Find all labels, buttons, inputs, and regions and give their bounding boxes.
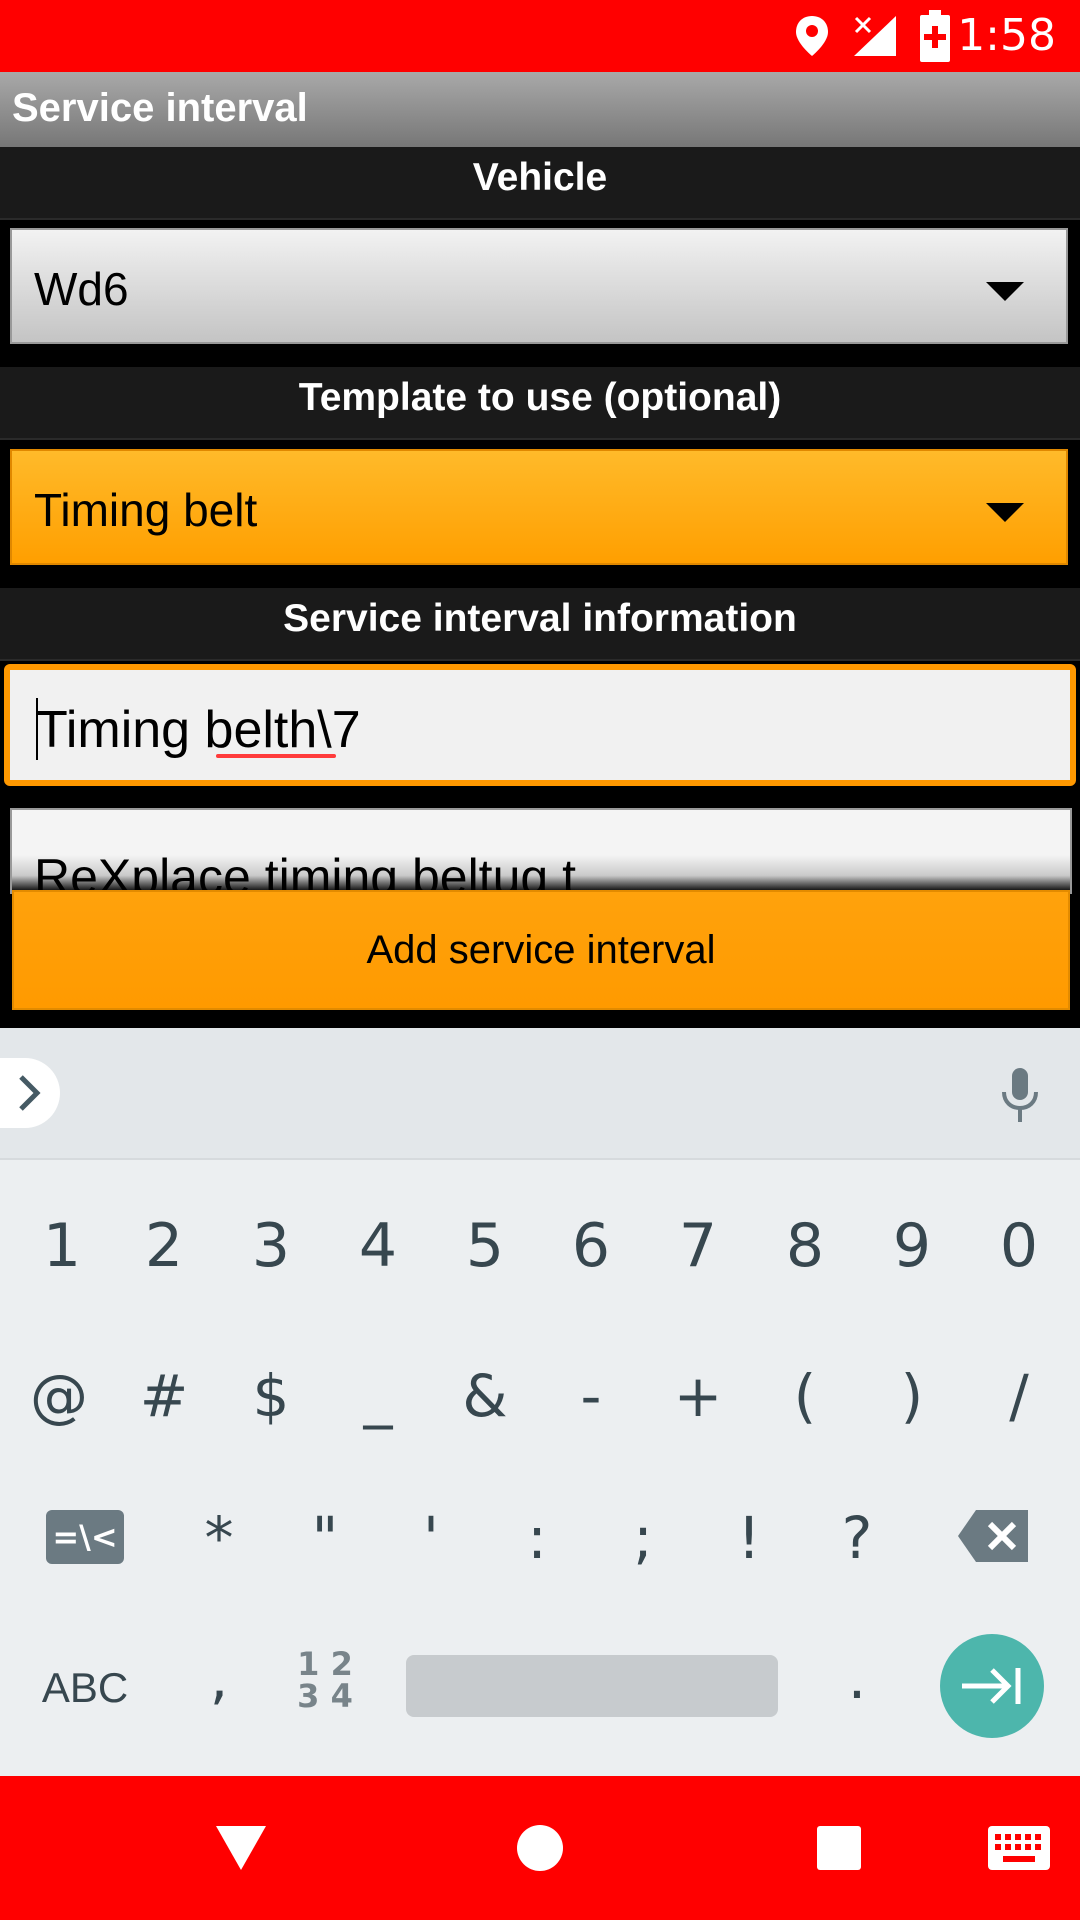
backspace-icon bbox=[958, 1510, 1028, 1562]
key-9[interactable]: 9 bbox=[867, 1196, 957, 1296]
key-6[interactable]: 6 bbox=[546, 1196, 636, 1296]
suggestion-strip bbox=[0, 1028, 1080, 1160]
status-time: 1:58 bbox=[957, 10, 1056, 61]
add-service-interval-button[interactable]: Add service interval bbox=[12, 890, 1070, 1010]
text-cursor bbox=[36, 698, 38, 760]
key-asterisk[interactable]: * bbox=[174, 1488, 264, 1588]
key-4[interactable]: 4 bbox=[333, 1196, 423, 1296]
home-icon[interactable] bbox=[516, 1824, 564, 1872]
template-header: Template to use (optional) bbox=[0, 367, 1080, 440]
template-selected: Timing belt bbox=[34, 484, 258, 536]
key-slash[interactable]: / bbox=[974, 1346, 1064, 1446]
space-key[interactable] bbox=[406, 1655, 778, 1717]
key-3[interactable]: 3 bbox=[226, 1196, 316, 1296]
key-question[interactable]: ? bbox=[812, 1488, 902, 1588]
vehicle-spinner[interactable]: Wd6 bbox=[10, 228, 1068, 344]
vehicle-selected: Wd6 bbox=[34, 263, 129, 315]
key-underscore[interactable]: _ bbox=[333, 1346, 423, 1446]
battery-charging-icon bbox=[920, 10, 950, 62]
spellcheck-underline bbox=[216, 754, 336, 758]
key-period[interactable]: . bbox=[812, 1628, 902, 1728]
description-input-value: ReXplace timing beltug t bbox=[34, 849, 576, 894]
key-hash[interactable]: # bbox=[119, 1346, 209, 1446]
key-exclamation[interactable]: ! bbox=[704, 1488, 794, 1588]
keyboard-switch-icon[interactable] bbox=[988, 1826, 1050, 1870]
key-ampersand[interactable]: & bbox=[440, 1346, 530, 1446]
vehicle-header: Vehicle bbox=[0, 147, 1080, 220]
tab-next-icon bbox=[962, 1668, 1021, 1704]
microphone-icon[interactable] bbox=[1000, 1068, 1040, 1124]
app-bar: Service interval bbox=[0, 72, 1080, 147]
numpad-key-top: 1 2 bbox=[297, 1645, 353, 1683]
keyboard: 1 2 3 4 5 6 7 8 9 0 @ # $ _ & - + ( ) / … bbox=[0, 1028, 1080, 1776]
key-double-quote[interactable]: " bbox=[280, 1488, 370, 1588]
dropdown-arrow-icon bbox=[986, 503, 1024, 522]
key-at[interactable]: @ bbox=[14, 1346, 104, 1446]
key-dollar[interactable]: $ bbox=[226, 1346, 316, 1446]
key-2[interactable]: 2 bbox=[119, 1196, 209, 1296]
key-semicolon[interactable]: ; bbox=[598, 1488, 688, 1588]
key-1[interactable]: 1 bbox=[17, 1196, 107, 1296]
description-input[interactable]: ReXplace timing beltug t bbox=[10, 808, 1072, 894]
back-icon[interactable] bbox=[214, 1824, 268, 1872]
key-8[interactable]: 8 bbox=[760, 1196, 850, 1296]
navigation-bar bbox=[0, 1776, 1080, 1920]
expand-toolbar-button[interactable] bbox=[0, 1058, 60, 1128]
numpad-key[interactable]: 1 2 3 4 bbox=[280, 1642, 370, 1718]
backspace-key[interactable] bbox=[956, 1508, 1030, 1564]
title-input-value: Timing belth\7 bbox=[36, 701, 361, 759]
key-7[interactable]: 7 bbox=[653, 1196, 743, 1296]
key-0[interactable]: 0 bbox=[974, 1196, 1064, 1296]
abc-key[interactable]: ABC bbox=[30, 1638, 140, 1738]
template-spinner[interactable]: Timing belt bbox=[10, 449, 1068, 565]
key-colon[interactable]: : bbox=[492, 1488, 582, 1588]
numpad-key-bottom: 3 4 bbox=[297, 1677, 353, 1715]
key-single-quote[interactable]: ' bbox=[386, 1488, 476, 1588]
key-left-paren[interactable]: ( bbox=[760, 1346, 850, 1446]
recents-icon[interactable] bbox=[817, 1826, 861, 1870]
key-5[interactable]: 5 bbox=[440, 1196, 530, 1296]
key-right-paren[interactable]: ) bbox=[867, 1346, 957, 1446]
key-plus[interactable]: + bbox=[653, 1346, 743, 1446]
page-title: Service interval bbox=[12, 86, 308, 130]
no-signal-icon bbox=[854, 16, 896, 56]
more-symbols-key[interactable]: =\< bbox=[46, 1510, 124, 1564]
title-input[interactable]: Timing belth\7 bbox=[4, 664, 1076, 786]
info-header: Service interval information bbox=[0, 588, 1080, 661]
next-field-key[interactable] bbox=[940, 1634, 1044, 1738]
dropdown-arrow-icon bbox=[986, 282, 1024, 301]
key-minus[interactable]: - bbox=[546, 1346, 636, 1446]
status-bar: 1:58 bbox=[0, 0, 1080, 72]
key-comma[interactable]: , bbox=[174, 1628, 264, 1728]
location-icon bbox=[796, 16, 828, 56]
chevron-right-icon bbox=[19, 1075, 41, 1111]
